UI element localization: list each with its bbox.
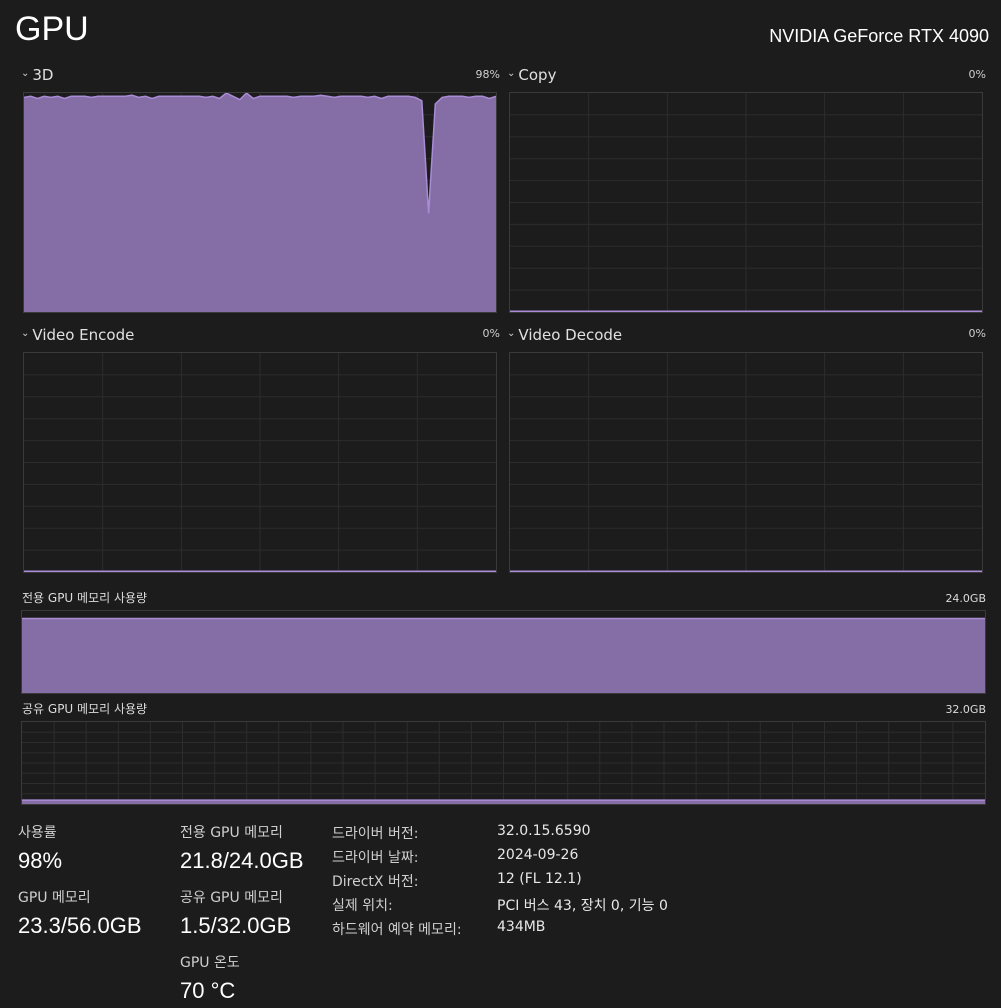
device-name: NVIDIA GeForce RTX 4090 [769, 26, 989, 46]
physical-location-key: 실제 위치: [332, 898, 393, 914]
driver-date-value: 2024-09-26 [497, 847, 579, 863]
engine-graph-3d [23, 92, 497, 313]
engine-name: 3D [32, 66, 54, 84]
shared-memory-capacity: 32.0GB [945, 703, 986, 716]
dedicated-memory-label: 전용 GPU 메모리 사용량 [22, 591, 148, 605]
dedicated-gpu-memory-value: 21.8/24.0GB [180, 848, 304, 873]
page-title: GPU [15, 10, 89, 48]
chevron-down-icon: ⌄ [507, 327, 516, 339]
gpu-memory-label: GPU 메모리 [18, 890, 91, 906]
physical-location-value: PCI 버스 43, 장치 0, 기능 0 [497, 898, 668, 914]
graph-svg [510, 353, 982, 572]
dedicated-memory-capacity: 24.0GB [945, 592, 986, 605]
utilization-value: 98% [18, 848, 63, 873]
driver-version-key: 드라이버 버전: [332, 826, 419, 842]
shared-memory-label: 공유 GPU 메모리 사용량 [22, 702, 148, 716]
engine-header-video-encode[interactable]: ⌄ Video Encode [21, 326, 134, 344]
shared-gpu-memory-value: 1.5/32.0GB [180, 913, 292, 938]
engine-header-video-decode[interactable]: ⌄ Video Decode [507, 326, 622, 344]
graph-svg [24, 353, 496, 572]
dedicated-gpu-memory-label: 전용 GPU 메모리 [180, 825, 283, 841]
engine-graph-video-decode [509, 352, 983, 573]
engine-percent: 0% [482, 327, 500, 340]
directx-version-value: 12 (FL 12.1) [497, 871, 582, 887]
gpu-temperature-label: GPU 온도 [180, 955, 240, 971]
engine-percent: 0% [968, 68, 986, 81]
engine-percent: 0% [968, 327, 986, 340]
graph-svg [510, 93, 982, 312]
gpu-memory-value: 23.3/56.0GB [18, 913, 142, 938]
engine-header-copy[interactable]: ⌄ Copy [507, 66, 556, 84]
hardware-reserved-memory-value: 434MB [497, 919, 546, 935]
shared-gpu-memory-label: 공유 GPU 메모리 [180, 890, 283, 906]
usage-area [22, 618, 985, 693]
shared-memory-graph [21, 721, 986, 805]
hardware-reserved-memory-key: 하드웨어 예약 메모리: [332, 922, 462, 938]
dedicated-memory-graph [21, 610, 986, 694]
usage-area [24, 93, 496, 312]
engine-name: Video Decode [518, 326, 623, 344]
utilization-label: 사용률 [18, 825, 57, 841]
engine-name: Copy [518, 66, 557, 84]
graph-svg [24, 93, 496, 312]
driver-date-key: 드라이버 날짜: [332, 850, 419, 866]
chevron-down-icon: ⌄ [21, 67, 30, 79]
engine-header-3d[interactable]: ⌄ 3D [21, 66, 53, 84]
graph-svg [22, 617, 985, 693]
engine-name: Video Encode [32, 326, 135, 344]
engine-percent: 98% [475, 68, 500, 81]
chevron-down-icon: ⌄ [507, 67, 516, 79]
gpu-performance-page: GPU NVIDIA GeForce RTX 4090 ⌄ 3D 98% ⌄ C… [0, 0, 1001, 1008]
chevron-down-icon: ⌄ [21, 327, 30, 339]
graph-svg [22, 722, 985, 804]
directx-version-key: DirectX 버전: [332, 874, 419, 890]
gpu-temperature-value: 70 °C [180, 978, 236, 1003]
engine-graph-video-encode [23, 352, 497, 573]
engine-graph-copy [509, 92, 983, 313]
driver-version-value: 32.0.15.6590 [497, 823, 591, 839]
